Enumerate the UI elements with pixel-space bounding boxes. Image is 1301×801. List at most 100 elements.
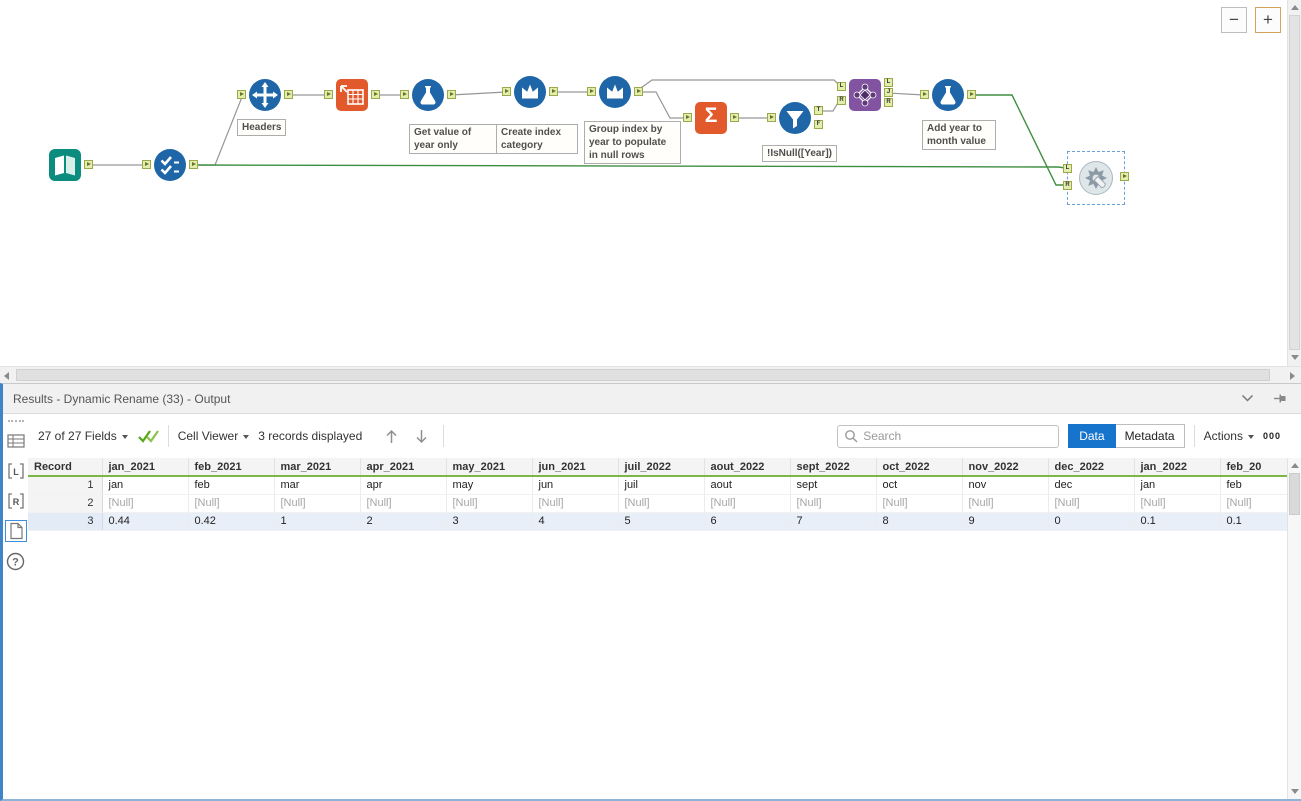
column-header[interactable]: mar_2021 bbox=[274, 458, 361, 477]
search-input[interactable] bbox=[863, 429, 1053, 443]
table-cell[interactable]: 0.1 bbox=[1134, 512, 1221, 531]
scroll-down-arrow[interactable] bbox=[1291, 789, 1299, 794]
multirow-group-output-anchor[interactable] bbox=[634, 87, 643, 96]
table-cell[interactable]: oct bbox=[876, 476, 963, 495]
collapse-chevron-icon[interactable] bbox=[1241, 394, 1254, 403]
column-header[interactable]: juil_2022 bbox=[618, 458, 705, 477]
strip-drag-handle[interactable] bbox=[7, 420, 24, 422]
scroll-left-arrow[interactable] bbox=[4, 372, 9, 380]
record-number-cell[interactable]: 2 bbox=[28, 494, 103, 513]
table-cell[interactable]: [Null] bbox=[790, 494, 877, 513]
record-number-cell[interactable]: 3 bbox=[28, 512, 103, 531]
table-cell[interactable]: 3 bbox=[446, 512, 533, 531]
record-column-header[interactable]: Record bbox=[28, 458, 103, 477]
summarize-output-anchor[interactable] bbox=[730, 113, 739, 122]
tool-filter[interactable]: T F bbox=[767, 101, 823, 135]
column-header[interactable]: nov_2022 bbox=[962, 458, 1049, 477]
table-cell[interactable]: aout bbox=[704, 476, 791, 495]
cell-viewer-dropdown[interactable]: Cell Viewer bbox=[178, 429, 250, 443]
join-left-output-anchor[interactable]: L bbox=[884, 78, 893, 87]
left-input-anchor-icon[interactable]: L bbox=[6, 461, 26, 481]
output-anchor-icon[interactable] bbox=[4, 520, 27, 542]
table-cell[interactable]: [Null] bbox=[102, 494, 189, 513]
table-cell[interactable]: feb bbox=[1220, 476, 1287, 495]
table-cell[interactable]: 8 bbox=[876, 512, 963, 531]
canvas-vertical-scroll-thumb[interactable] bbox=[1289, 15, 1300, 350]
table-cell[interactable]: [Null] bbox=[532, 494, 619, 513]
right-input-anchor-icon[interactable]: R bbox=[6, 491, 26, 511]
table-cell[interactable]: [Null] bbox=[1134, 494, 1221, 513]
select-all-checks-icon[interactable] bbox=[137, 429, 159, 444]
connections-overview-icon[interactable] bbox=[6, 431, 26, 451]
table-cell[interactable]: mar bbox=[274, 476, 361, 495]
table-cell[interactable]: 7 bbox=[790, 512, 877, 531]
join-left-input-anchor[interactable]: L bbox=[837, 82, 846, 91]
column-header[interactable]: oct_2022 bbox=[876, 458, 963, 477]
scroll-up-arrow[interactable] bbox=[1291, 5, 1299, 10]
formula-month-input-anchor[interactable] bbox=[920, 90, 929, 99]
column-header[interactable]: jan_2021 bbox=[102, 458, 189, 477]
table-cell[interactable]: feb bbox=[188, 476, 275, 495]
filter-true-output-anchor[interactable]: T bbox=[814, 106, 823, 115]
column-header[interactable]: dec_2022 bbox=[1048, 458, 1135, 477]
tool-dynamic-rename[interactable]: L R bbox=[1063, 151, 1129, 205]
tool-summarize[interactable]: Σ bbox=[683, 101, 739, 135]
column-header[interactable]: sept_2022 bbox=[790, 458, 877, 477]
table-cell[interactable]: [Null] bbox=[1048, 494, 1135, 513]
column-header[interactable]: aout_2022 bbox=[704, 458, 791, 477]
table-cell[interactable]: 6 bbox=[704, 512, 791, 531]
column-header[interactable]: may_2021 bbox=[446, 458, 533, 477]
column-header[interactable]: apr_2021 bbox=[360, 458, 447, 477]
table-cell[interactable]: 9 bbox=[962, 512, 1049, 531]
table-cell[interactable]: 0.1 bbox=[1220, 512, 1287, 531]
tool-input-data[interactable] bbox=[48, 148, 93, 182]
table-cell[interactable]: sept bbox=[790, 476, 877, 495]
join-join-output-anchor[interactable]: J bbox=[884, 88, 893, 97]
table-cell[interactable]: 0.42 bbox=[188, 512, 275, 531]
column-header[interactable]: feb_2021 bbox=[188, 458, 275, 477]
table-cell[interactable]: [Null] bbox=[1220, 494, 1287, 513]
crosstab-input-anchor[interactable] bbox=[324, 90, 333, 99]
table-cell[interactable]: [Null] bbox=[704, 494, 791, 513]
scroll-up-arrow[interactable] bbox=[1291, 463, 1299, 468]
input-data-output-anchor[interactable] bbox=[84, 160, 93, 169]
table-cell[interactable]: [Null] bbox=[360, 494, 447, 513]
scroll-to-top-arrow-icon[interactable] bbox=[385, 428, 398, 445]
encoding-toggle[interactable]: 000 bbox=[1263, 431, 1281, 441]
data-tab-button[interactable]: Data bbox=[1068, 424, 1116, 448]
column-header[interactable]: feb_20 bbox=[1220, 458, 1287, 477]
select-output-anchor[interactable] bbox=[189, 160, 198, 169]
record-number-cell[interactable]: 1 bbox=[28, 476, 103, 495]
table-cell[interactable]: jan bbox=[1134, 476, 1221, 495]
headers-input-anchor[interactable] bbox=[237, 90, 246, 99]
table-cell[interactable]: [Null] bbox=[962, 494, 1049, 513]
pin-icon[interactable] bbox=[1272, 391, 1287, 406]
formula-month-output-anchor[interactable] bbox=[967, 90, 976, 99]
table-cell[interactable]: 0 bbox=[1048, 512, 1135, 531]
tool-multirow-group[interactable] bbox=[587, 75, 643, 109]
results-vertical-scroll-thumb[interactable] bbox=[1289, 473, 1300, 515]
summarize-input-anchor[interactable] bbox=[683, 113, 692, 122]
filter-false-output-anchor[interactable]: F bbox=[814, 120, 823, 129]
table-cell[interactable]: 1 bbox=[274, 512, 361, 531]
scroll-to-bottom-arrow-icon[interactable] bbox=[415, 428, 428, 445]
actions-dropdown[interactable]: Actions bbox=[1204, 429, 1254, 443]
tool-crosstab[interactable] bbox=[324, 78, 380, 112]
multirow-index-input-anchor[interactable] bbox=[502, 87, 511, 96]
table-cell[interactable]: [Null] bbox=[446, 494, 533, 513]
column-header[interactable]: jan_2022 bbox=[1134, 458, 1221, 477]
table-cell[interactable]: 4 bbox=[532, 512, 619, 531]
select-input-anchor[interactable] bbox=[142, 160, 151, 169]
table-cell[interactable]: nov bbox=[962, 476, 1049, 495]
table-cell[interactable]: [Null] bbox=[274, 494, 361, 513]
metadata-tab-button[interactable]: Metadata bbox=[1115, 424, 1185, 448]
tool-headers[interactable] bbox=[237, 78, 293, 112]
fields-dropdown[interactable]: 27 of 27 Fields bbox=[38, 429, 128, 443]
help-icon[interactable]: ? bbox=[6, 551, 26, 571]
dynamic-rename-left-input-anchor[interactable]: L bbox=[1063, 164, 1072, 173]
multirow-group-input-anchor[interactable] bbox=[587, 87, 596, 96]
tool-formula-month[interactable] bbox=[920, 78, 976, 112]
workflow-canvas[interactable]: Headers Get value of year only Create in… bbox=[0, 0, 1287, 366]
table-cell[interactable]: [Null] bbox=[618, 494, 705, 513]
canvas-vertical-scrollbar[interactable] bbox=[1287, 0, 1301, 366]
